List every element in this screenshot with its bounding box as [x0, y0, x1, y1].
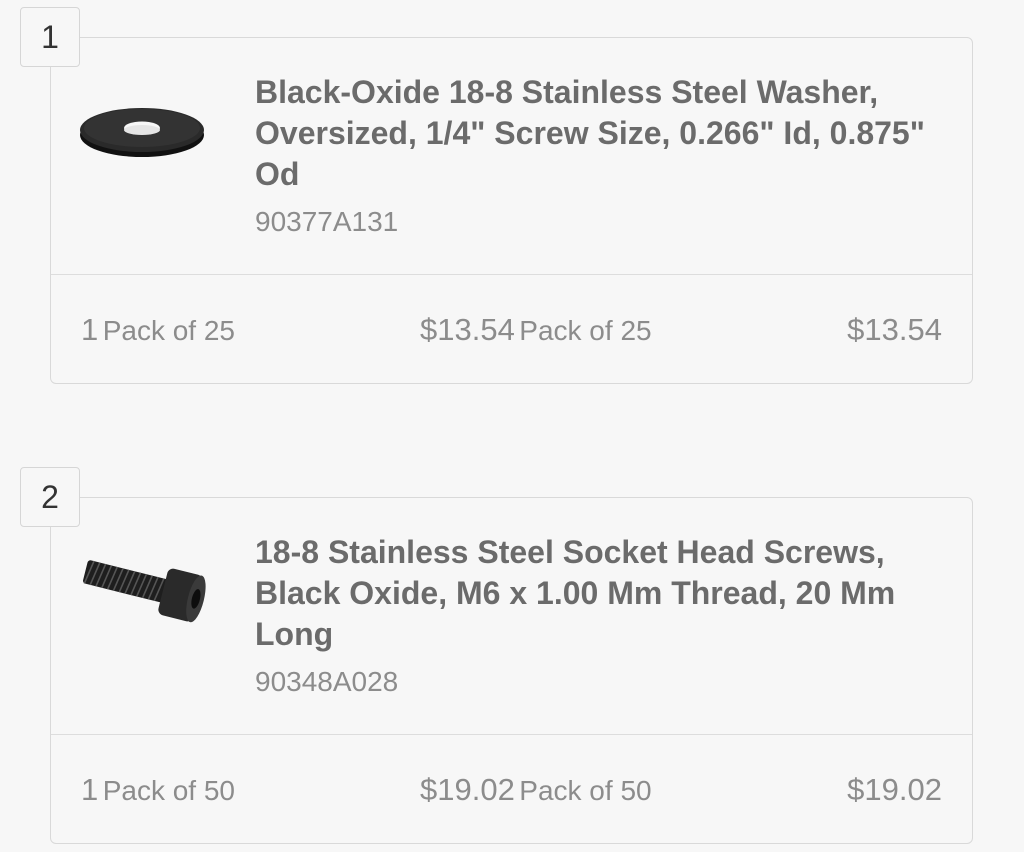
product-title[interactable]: 18-8 Stainless Steel Socket Head Screws,… [255, 532, 955, 655]
unit-price: $19.02 Pack of 50 [420, 772, 652, 808]
washer-icon[interactable] [79, 88, 209, 168]
item-card[interactable]: Black-Oxide 18-8 Stainless Steel Washer,… [50, 37, 973, 384]
item-details: Black-Oxide 18-8 Stainless Steel Washer,… [51, 38, 972, 275]
item-pricing-row: 1 Pack of 25 $13.54 Pack of 25 $13.54 [51, 276, 972, 383]
quantity-unit: Pack of 25 [102, 315, 236, 346]
item-card[interactable]: 18-8 Stainless Steel Socket Head Screws,… [50, 497, 973, 844]
item-index-badge: 1 [20, 7, 80, 67]
item-pricing-row: 1 Pack of 50 $19.02 Pack of 50 $19.02 [51, 736, 972, 843]
part-number: 90377A131 [255, 206, 399, 237]
quantity[interactable]: 1 Pack of 25 [81, 312, 235, 348]
socket-head-screw-icon[interactable] [79, 548, 209, 628]
quantity-unit: Pack of 50 [102, 775, 236, 806]
unit-price-amount: $13.54 [420, 312, 515, 347]
part-number: 90348A028 [255, 666, 399, 697]
quantity[interactable]: 1 Pack of 50 [81, 772, 235, 808]
unit-price: $13.54 Pack of 25 [420, 312, 652, 348]
quantity-value: 1 [81, 312, 99, 347]
unit-price-unit: Pack of 50 [519, 775, 652, 806]
item-details: 18-8 Stainless Steel Socket Head Screws,… [51, 498, 972, 735]
quantity-value: 1 [81, 772, 99, 807]
unit-price-unit: Pack of 25 [519, 315, 652, 346]
line-total: $13.54 [847, 312, 942, 347]
line-total: $19.02 [847, 772, 942, 807]
order-items-page: 1 Black-Oxide 18-8 Stainless Steel Washe… [0, 0, 1024, 852]
item-index-badge: 2 [20, 467, 80, 527]
product-title[interactable]: Black-Oxide 18-8 Stainless Steel Washer,… [255, 72, 955, 195]
unit-price-amount: $19.02 [420, 772, 515, 807]
